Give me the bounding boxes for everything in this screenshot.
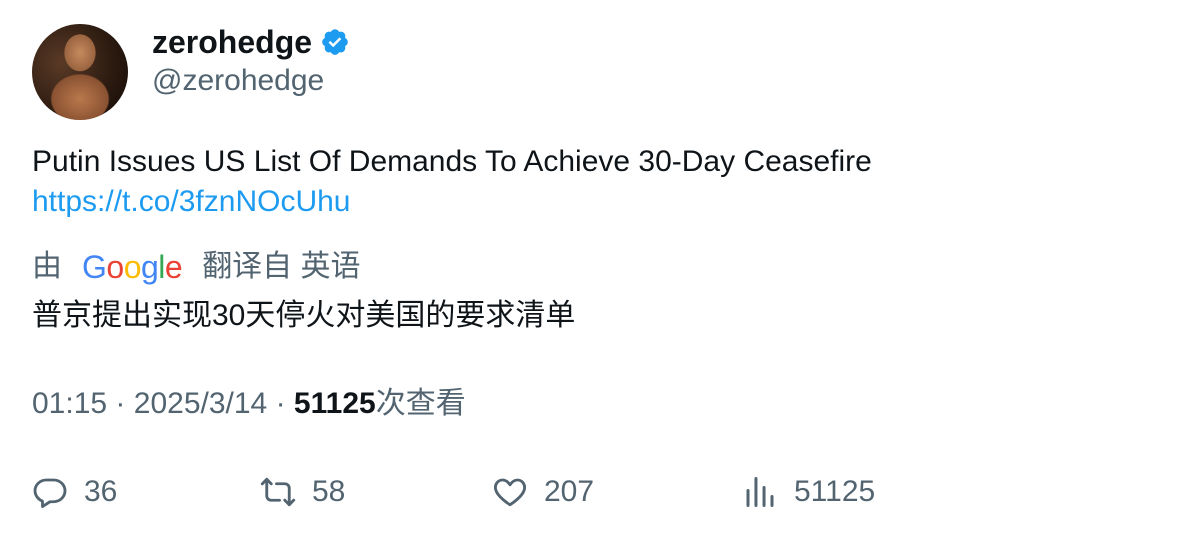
tweet-body: Putin Issues US List Of Demands To Achie… [32,142,1162,222]
reply-button[interactable]: 36 [32,470,117,514]
google-logo: Google [82,249,183,285]
translated-text: 普京提出实现30天停火对美国的要求清单 [32,299,576,332]
tweet-date[interactable]: 2025/3/14 [134,387,267,420]
retweet-button[interactable]: 58 [260,470,345,514]
tweet-meta: 01:15 · 2025/3/14 · 51125次查看 [32,384,466,424]
views-action-count: 51125 [794,475,876,508]
translation-suffix: 翻译自 英语 [202,250,361,283]
reply-count: 36 [84,475,118,508]
analytics-icon [746,477,774,507]
meta-separator: · [275,387,286,420]
author-display-name[interactable]: zerohedge [152,22,312,62]
retweet-count: 58 [312,475,346,508]
translation-prefix: 由 [32,250,62,283]
action-bar: 36 58 207 51125 [32,470,1172,514]
tweet-time[interactable]: 01:15 [32,387,107,420]
tweet-link[interactable]: https://t.co/3fznNOcUhu [32,182,1162,222]
views-label: 次查看 [375,387,466,420]
author-handle[interactable]: @zerohedge [152,62,324,100]
meta-separator: · [115,387,126,420]
like-button[interactable]: 207 [492,470,594,514]
heart-icon [493,478,527,507]
views-button[interactable]: 51125 [742,470,875,514]
retweet-icon [260,477,296,507]
like-count: 207 [544,475,595,508]
translation-attribution: 由 Google 翻译自 英语 [32,248,361,286]
views-count: 51125 [293,387,376,420]
verified-badge-icon [322,29,348,55]
author-name-row[interactable]: zerohedge [152,22,350,62]
avatar[interactable] [32,24,128,120]
reply-icon [33,478,67,508]
tweet-text: Putin Issues US List Of Demands To Achie… [32,145,872,178]
